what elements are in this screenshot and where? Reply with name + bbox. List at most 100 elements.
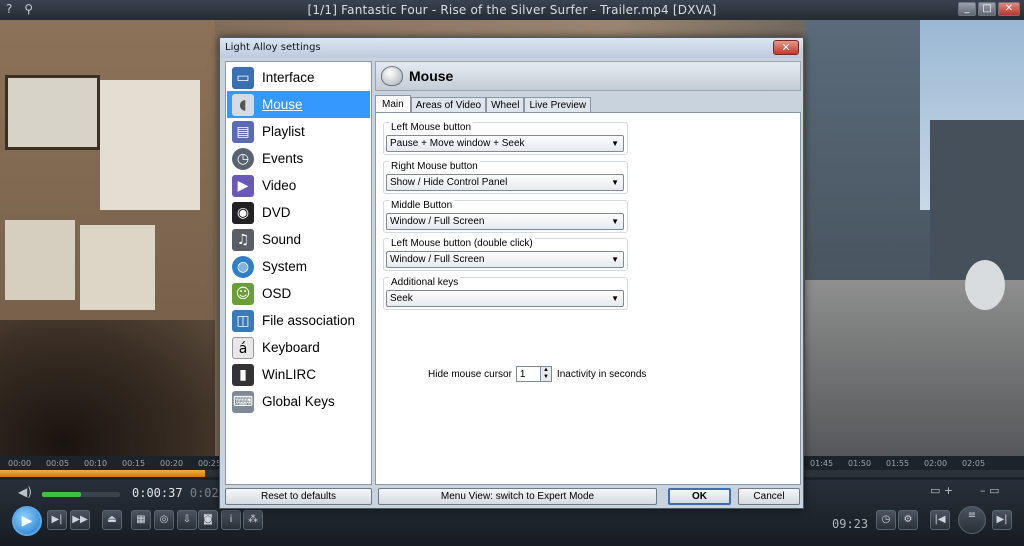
mouse-icon: ◖ <box>232 93 254 116</box>
category-winlirc[interactable]: ▮ WinLIRC <box>227 361 370 388</box>
timeline-tick: 02:05 <box>962 459 986 468</box>
play-button[interactable]: ▶ <box>12 506 42 536</box>
tab-wheel[interactable]: Wheel <box>486 97 525 113</box>
settings-icon[interactable]: ⚙ <box>898 510 918 530</box>
category-playlist[interactable]: ▤ Playlist <box>227 118 370 145</box>
light-alloy-player: ? ⚲ [1/1] Fantastic Four - Rise of the S… <box>0 0 1024 546</box>
category-video[interactable]: ▶ Video <box>227 172 370 199</box>
seek-bar-fill <box>0 470 205 477</box>
category-label: DVD <box>262 205 291 220</box>
dialog-title-bar[interactable]: Light Alloy settings ✕ <box>220 38 803 58</box>
panel-title: Mouse <box>409 68 454 84</box>
left-mouse-select[interactable]: Pause + Move window + Seek ▼ <box>386 135 624 152</box>
timeline-tick: 00:25 <box>198 459 222 468</box>
category-sound[interactable]: ♫ Sound <box>227 226 370 253</box>
screenshot-icon[interactable]: ◙ <box>198 510 218 530</box>
timeline-tick: 00:00 <box>8 459 32 468</box>
timeline-tick: 00:15 <box>122 459 146 468</box>
volume-slider-fill <box>42 492 81 497</box>
category-label: WinLIRC <box>262 367 317 382</box>
timer-icon[interactable]: ◷ <box>876 510 896 530</box>
minimize-icon[interactable]: _ <box>958 2 976 16</box>
eject-icon[interactable]: ⏏ <box>102 510 122 530</box>
select-value: Window / Full Screen <box>390 216 485 227</box>
reset-defaults-button[interactable]: Reset to defaults <box>225 488 372 505</box>
monitor-icon: ▭ <box>232 66 254 89</box>
network-icon[interactable]: ⁂ <box>243 510 263 530</box>
category-system[interactable]: ◍ System <box>227 253 370 280</box>
category-interface[interactable]: ▭ Interface <box>227 64 370 91</box>
dvd-icon: ◉ <box>232 201 254 224</box>
right-mouse-select[interactable]: Show / Hide Control Panel ▼ <box>386 174 624 191</box>
film-icon: ◫ <box>232 309 254 332</box>
player-title-bar[interactable]: ? ⚲ [1/1] Fantastic Four - Rise of the S… <box>0 0 1024 20</box>
video-icon: ▶ <box>232 174 254 197</box>
cancel-button[interactable]: Cancel <box>738 488 800 505</box>
timeline-tick: 01:50 <box>848 459 872 468</box>
ok-button[interactable]: OK <box>668 488 731 505</box>
hide-cursor-input[interactable] <box>515 366 541 382</box>
timeline-tick: 00:20 <box>160 459 184 468</box>
maximize-icon[interactable]: □ <box>978 2 996 16</box>
group-label: Left Mouse button (double click) <box>389 238 535 249</box>
step-forward-icon[interactable]: ▶| <box>47 510 67 530</box>
select-value: Show / Hide Control Panel <box>390 177 508 188</box>
category-file-association[interactable]: ◫ File association <box>227 307 370 334</box>
timeline-tick: 01:55 <box>886 459 910 468</box>
menu-view-button[interactable]: Menu View: switch to Expert Mode <box>378 488 657 505</box>
category-mouse[interactable]: ◖ Mouse <box>227 91 370 118</box>
chevron-down-icon: ▼ <box>611 294 619 303</box>
prev-track-icon[interactable]: |◀ <box>930 510 950 530</box>
mouse-icon <box>381 66 403 86</box>
settings-dialog: Light Alloy settings ✕ ▭ Interface ◖ Mou… <box>219 37 804 509</box>
category-keyboard[interactable]: á Keyboard <box>227 334 370 361</box>
category-events[interactable]: ◷ Events <box>227 145 370 172</box>
volume-slider[interactable] <box>42 492 120 497</box>
playlist-icon: ▤ <box>232 120 254 143</box>
panel-header: Mouse <box>375 61 801 91</box>
video-photo-frame <box>5 75 100 150</box>
select-value: Seek <box>390 293 413 304</box>
timeline-tick: 00:10 <box>84 459 108 468</box>
spinner-icon[interactable]: ▲ ▼ <box>540 366 552 382</box>
group-label: Additional keys <box>389 277 461 288</box>
settings-panel: Mouse Main Areas of Video Wheel Live Pre… <box>375 61 801 485</box>
group-left-mouse-button: Left Mouse button Pause + Move window + … <box>383 122 628 155</box>
middle-button-select[interactable]: Window / Full Screen ▼ <box>386 213 624 230</box>
volume-icon[interactable]: ◀) <box>18 485 32 499</box>
category-label: Events <box>262 151 304 166</box>
dialog-close-icon[interactable]: ✕ <box>773 40 799 55</box>
dvd-menu-icon[interactable]: ◎ <box>154 510 174 530</box>
category-dvd[interactable]: ◉ DVD <box>227 199 370 226</box>
info-icon[interactable]: i <box>221 510 241 530</box>
next-icon[interactable]: ▶▶ <box>70 510 90 530</box>
video-paper-right <box>80 225 155 310</box>
category-label: System <box>262 259 308 274</box>
additional-keys-select[interactable]: Seek ▼ <box>386 290 624 307</box>
dialog-title: Light Alloy settings <box>225 42 321 53</box>
category-label: Keyboard <box>262 340 320 355</box>
chevron-down-icon: ▼ <box>611 139 619 148</box>
tab-body: Left Mouse button Pause + Move window + … <box>375 112 801 485</box>
remote-icon: ▮ <box>232 363 254 386</box>
tab-live-preview[interactable]: Live Preview <box>524 97 592 113</box>
aspect-icon[interactable]: ▭ + <box>930 484 953 497</box>
frame-icon[interactable]: ▦ <box>131 510 151 530</box>
open-file-icon[interactable]: ⇩ <box>177 510 197 530</box>
category-osd[interactable]: ☺ OSD <box>227 280 370 307</box>
current-time-value: 0:00:37 <box>132 486 183 500</box>
close-window-icon[interactable]: ✕ <box>998 2 1020 16</box>
playlist-button-icon[interactable]: ≡ <box>958 506 986 534</box>
tab-main[interactable]: Main <box>375 95 411 113</box>
category-label: File association <box>262 313 356 328</box>
group-middle-button: Middle Button Window / Full Screen ▼ <box>383 200 628 233</box>
double-click-select[interactable]: Window / Full Screen ▼ <box>386 251 624 268</box>
clock-icon: ◷ <box>232 147 254 170</box>
tab-areas-of-video[interactable]: Areas of Video <box>410 97 487 113</box>
next-track-icon[interactable]: ▶| <box>992 510 1012 530</box>
group-label: Right Mouse button <box>389 161 480 172</box>
category-label: Global Keys <box>262 394 335 409</box>
hide-cursor-suffix: Inactivity in seconds <box>556 368 647 380</box>
category-global-keys[interactable]: ⌨ Global Keys <box>227 388 370 415</box>
zoom-icon[interactable]: – ▭ <box>980 484 999 497</box>
